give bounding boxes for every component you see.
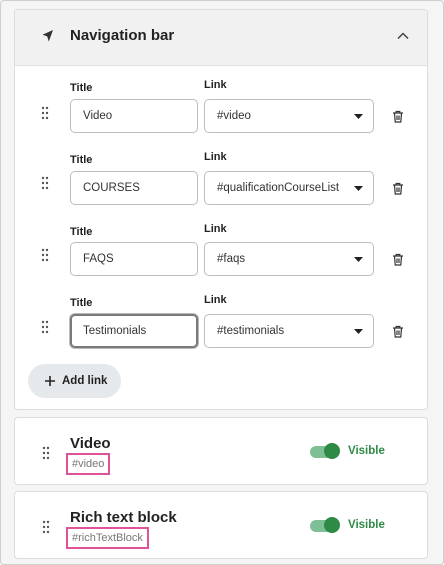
navigation-bar-title: Navigation bar [70, 27, 175, 44]
link-label: Link [204, 223, 227, 235]
link-label: Link [204, 294, 227, 306]
toggle-knob [324, 517, 340, 533]
link-select-value: #testimonials [217, 325, 285, 337]
navigation-bar-header[interactable]: Navigation bar [15, 10, 427, 66]
navigation-bar-panel: Navigation bar Title Link Video #video T… [14, 9, 428, 410]
link-row: Title Link FAQS #faqs [15, 223, 429, 294]
title-input[interactable]: Video [70, 99, 198, 133]
section-rich-text-block[interactable]: Rich text block #richTextBlock Visible [14, 491, 428, 559]
visibility-toggle[interactable] [310, 443, 342, 459]
link-select-value: #faqs [217, 253, 246, 265]
drag-handle-icon[interactable] [40, 320, 50, 334]
plus-icon [45, 376, 55, 386]
trash-icon[interactable] [392, 253, 404, 266]
link-label: Link [204, 79, 227, 91]
link-select-value: #video [217, 110, 251, 122]
page-frame: Navigation bar Title Link Video #video T… [0, 0, 444, 565]
drag-handle-icon[interactable] [40, 106, 50, 120]
link-row: Title Link COURSES #qualificationCourseL… [15, 151, 429, 222]
link-select[interactable]: #testimonials [204, 314, 374, 348]
toggle-knob [324, 443, 340, 459]
title-label: Title [70, 226, 93, 238]
link-label: Link [204, 151, 227, 163]
link-select-value: #qualificationCourseList [217, 182, 340, 194]
trash-icon[interactable] [392, 110, 404, 123]
link-select[interactable]: #faqs [204, 242, 374, 276]
link-select[interactable]: #qualificationCourseList [204, 171, 374, 205]
navigation-arrow-icon [42, 30, 53, 42]
visibility-toggle[interactable] [310, 517, 342, 533]
title-input[interactable]: Testimonials [70, 314, 198, 348]
caret-down-icon [354, 114, 363, 119]
drag-handle-icon[interactable] [40, 248, 50, 262]
trash-icon[interactable] [392, 325, 404, 338]
section-title: Rich text block [70, 509, 177, 526]
link-row: Title Link Testimonials #testimonials [15, 294, 429, 365]
section-title: Video [70, 435, 111, 452]
caret-down-icon [354, 186, 363, 191]
title-label: Title [70, 154, 93, 166]
caret-down-icon [354, 329, 363, 334]
title-input[interactable]: FAQS [70, 242, 198, 276]
section-anchor: #video [66, 453, 111, 475]
section-anchor: #richTextBlock [66, 527, 149, 549]
add-link-button[interactable]: Add link [28, 364, 121, 398]
link-select[interactable]: #video [204, 99, 374, 133]
chevron-up-icon[interactable] [396, 29, 410, 43]
title-input[interactable]: COURSES [70, 171, 198, 205]
trash-icon[interactable] [392, 182, 404, 195]
add-link-label: Add link [62, 375, 108, 387]
title-label: Title [70, 82, 93, 94]
visibility-label: Visible [348, 519, 385, 531]
link-row: Title Link Video #video [15, 79, 429, 150]
drag-handle-icon[interactable] [41, 446, 51, 460]
title-label: Title [70, 297, 93, 309]
caret-down-icon [354, 257, 363, 262]
visibility-label: Visible [348, 445, 385, 457]
drag-handle-icon[interactable] [41, 520, 51, 534]
drag-handle-icon[interactable] [40, 176, 50, 190]
section-video[interactable]: Video #video Visible [14, 417, 428, 485]
